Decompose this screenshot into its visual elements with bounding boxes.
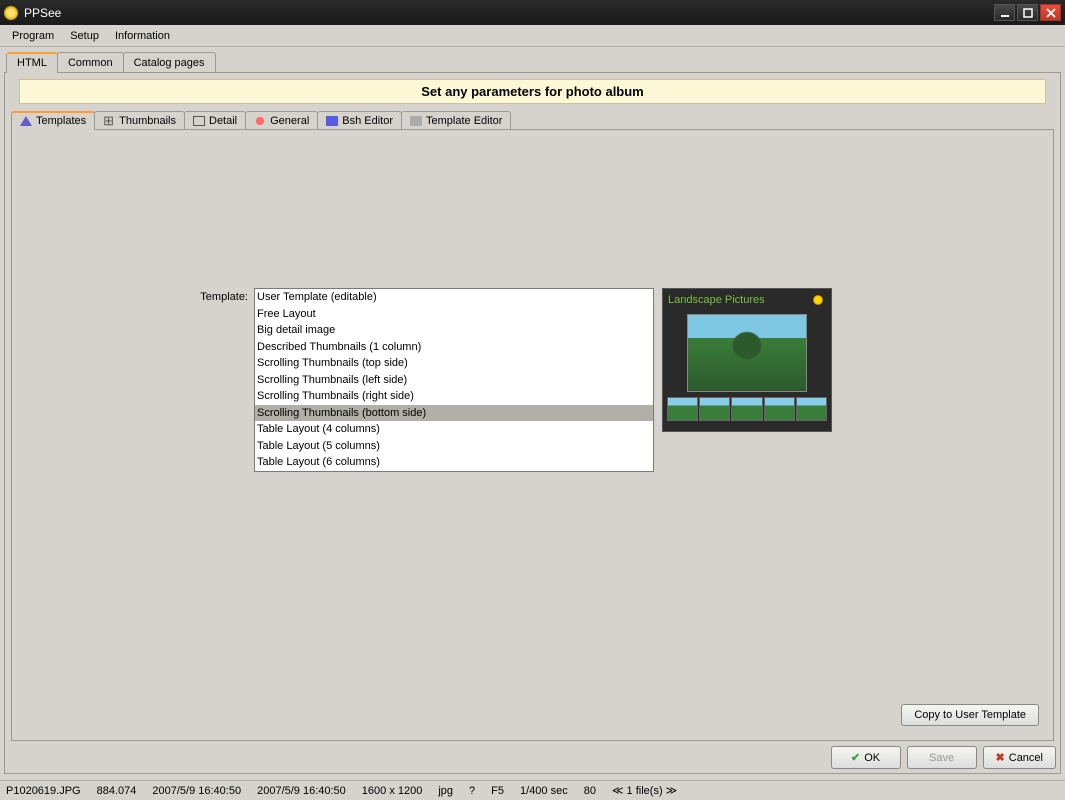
preview-thumb — [667, 397, 698, 421]
statusbar: P1020619.JPG 884.074 2007/5/9 16:40:50 2… — [0, 780, 1065, 800]
x-icon: ✖ — [996, 751, 1005, 764]
preview-main-image — [687, 314, 807, 392]
banner: Set any parameters for photo album — [19, 79, 1046, 104]
status-format: jpg — [438, 785, 453, 797]
status-date1: 2007/5/9 16:40:50 — [152, 785, 241, 797]
dialog-buttons: ✔ OK Save ✖ Cancel — [831, 746, 1056, 769]
sub-tab-label: Templates — [36, 115, 86, 127]
sub-tab-label: Detail — [209, 115, 237, 127]
preview-thumb — [699, 397, 730, 421]
template-option[interactable]: Table Layout (6 columns) — [255, 454, 653, 471]
status-nav: ≪ 1 file(s) ≫ — [612, 784, 677, 797]
thumbnails-icon — [103, 116, 115, 126]
tab-html[interactable]: HTML — [6, 52, 58, 73]
status-dimensions: 1600 x 1200 — [362, 785, 423, 797]
window-title: PPSee — [24, 6, 992, 20]
status-size: 884.074 — [97, 785, 137, 797]
sub-tabs: Templates Thumbnails Detail General Bsh … — [5, 110, 1060, 129]
minimize-button[interactable] — [994, 4, 1015, 21]
preview-title-row: Landscape Pictures — [663, 289, 831, 311]
template-preview: Landscape Pictures — [662, 288, 832, 432]
status-shutter: 1/400 sec — [520, 785, 568, 797]
sub-tab-detail[interactable]: Detail — [184, 111, 246, 130]
ok-button[interactable]: ✔ OK — [831, 746, 901, 769]
sub-tab-label: General — [270, 115, 309, 127]
preview-thumbs — [663, 395, 831, 423]
template-option[interactable]: Scrolling Thumbnails (left side) — [255, 372, 653, 389]
template-list[interactable]: User Template (editable) Free Layout Big… — [254, 288, 654, 472]
cancel-button[interactable]: ✖ Cancel — [983, 746, 1056, 769]
preview-thumb — [731, 397, 762, 421]
detail-icon — [193, 116, 205, 126]
status-date2: 2007/5/9 16:40:50 — [257, 785, 346, 797]
status-q: ? — [469, 785, 475, 797]
menu-information[interactable]: Information — [107, 27, 178, 45]
sub-tab-thumbnails[interactable]: Thumbnails — [94, 111, 185, 130]
preview-thumb — [796, 397, 827, 421]
bsh-editor-icon — [326, 116, 338, 126]
check-icon: ✔ — [851, 751, 860, 764]
template-option[interactable]: Table Layout (4 columns) — [255, 421, 653, 438]
sub-tab-templates[interactable]: Templates — [11, 111, 95, 130]
close-button[interactable] — [1040, 4, 1061, 21]
tab-catalog-pages[interactable]: Catalog pages — [123, 52, 216, 73]
sub-tab-template-editor[interactable]: Template Editor — [401, 111, 511, 130]
flower-icon — [810, 292, 826, 308]
save-label: Save — [929, 752, 954, 764]
menu-setup[interactable]: Setup — [62, 27, 107, 45]
template-option[interactable]: Scrolling Thumbnails (top side) — [255, 355, 653, 372]
tab-common[interactable]: Common — [57, 52, 124, 73]
template-label: Template: — [196, 288, 248, 472]
app-icon — [4, 6, 18, 20]
menu-program[interactable]: Program — [4, 27, 62, 45]
sub-tab-label: Template Editor — [426, 115, 502, 127]
sub-content: Template: User Template (editable) Free … — [11, 129, 1054, 741]
template-option[interactable]: Scrolling Thumbnails (right side) — [255, 388, 653, 405]
template-option-selected[interactable]: Scrolling Thumbnails (bottom side) — [255, 405, 653, 422]
cancel-label: Cancel — [1009, 752, 1043, 764]
preview-thumb — [764, 397, 795, 421]
sub-tab-label: Thumbnails — [119, 115, 176, 127]
template-option[interactable]: Big detail image — [255, 322, 653, 339]
templates-icon — [20, 116, 32, 126]
status-fstop: F5 — [491, 785, 504, 797]
menubar: Program Setup Information — [0, 25, 1065, 47]
status-filename: P1020619.JPG — [6, 785, 81, 797]
template-option[interactable]: User Template (editable) — [255, 289, 653, 306]
template-area: Template: User Template (editable) Free … — [196, 288, 654, 472]
template-editor-icon — [410, 116, 422, 126]
template-option[interactable]: Table Layout (5 columns) — [255, 438, 653, 455]
maximize-button[interactable] — [1017, 4, 1038, 21]
sub-tab-label: Bsh Editor — [342, 115, 393, 127]
save-button[interactable]: Save — [907, 746, 977, 769]
content-panel: Set any parameters for photo album Templ… — [4, 72, 1061, 774]
top-tabs: HTML Common Catalog pages — [0, 47, 1065, 72]
status-iso: 80 — [584, 785, 596, 797]
general-icon — [254, 116, 266, 126]
template-option[interactable]: Described Thumbnails (1 column) — [255, 339, 653, 356]
copy-to-user-template-button[interactable]: Copy to User Template — [901, 704, 1039, 726]
sub-tab-general[interactable]: General — [245, 111, 318, 130]
preview-title: Landscape Pictures — [668, 294, 765, 306]
sub-tab-bsh-editor[interactable]: Bsh Editor — [317, 111, 402, 130]
template-option[interactable]: Free Layout — [255, 306, 653, 323]
titlebar: PPSee — [0, 0, 1065, 25]
ok-label: OK — [864, 752, 880, 764]
